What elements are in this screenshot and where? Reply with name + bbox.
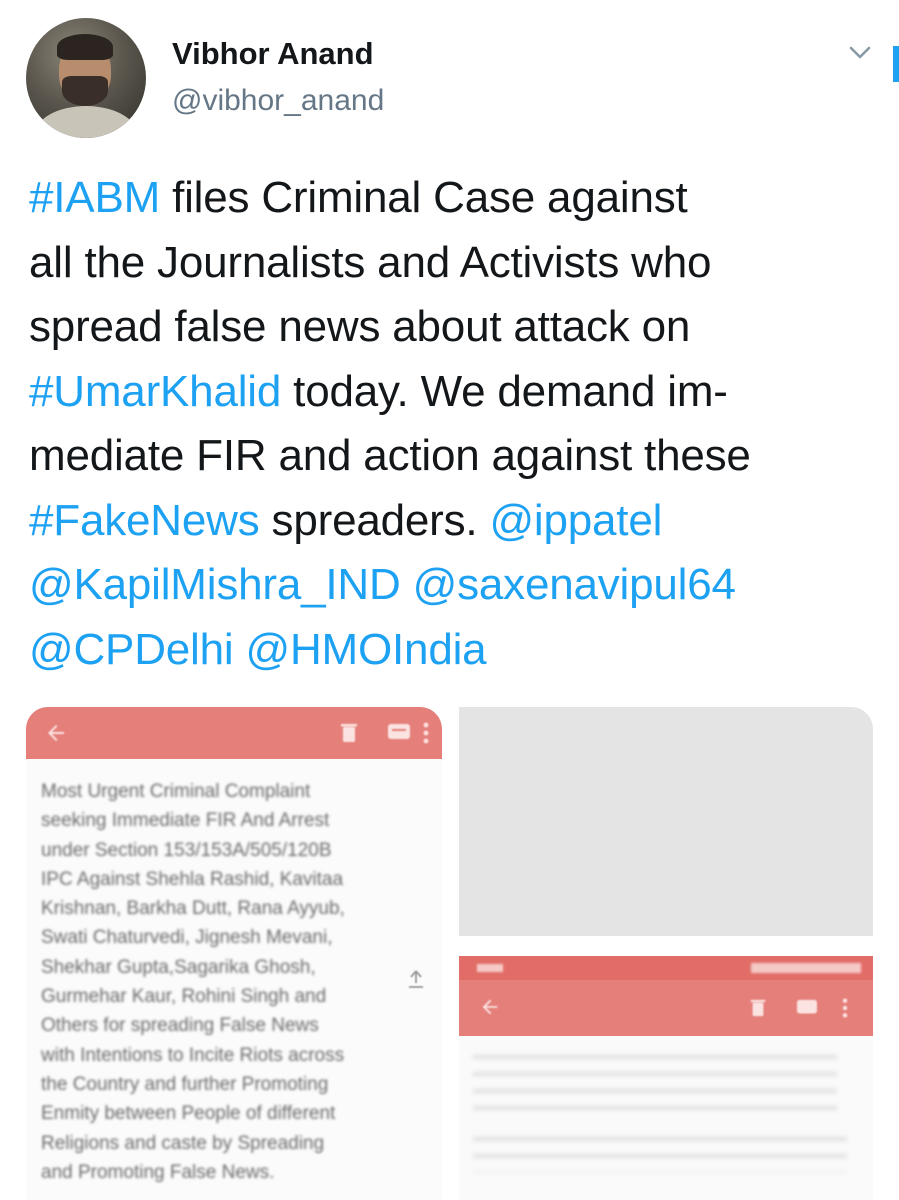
media-image-2[interactable]	[459, 707, 873, 936]
document-line: seeking Immediate FIR And Arrest	[41, 810, 330, 832]
document-line: Enmity between People of different	[41, 1103, 336, 1125]
media-image-1[interactable]: Most Urgent Criminal Complaint seeking Im…	[26, 707, 442, 1200]
tweet-text-segment: spreaders.	[259, 495, 490, 545]
document-line: Krishnan, Barkha Dutt, Rana Ayyub,	[41, 898, 345, 920]
document-text-2	[459, 1036, 873, 1172]
mention-link[interactable]: @CPDelhi	[29, 625, 234, 674]
delete-icon	[341, 724, 357, 742]
media-image-3[interactable]	[459, 956, 873, 1200]
back-arrow-icon	[482, 999, 498, 1015]
author-display-name[interactable]: Vibhor Anand	[172, 36, 374, 72]
tweet-line: all the Journalists and Activists who	[29, 231, 889, 296]
status-bar	[459, 956, 873, 980]
tweet-text-segment: spread false news about attack on	[29, 302, 691, 351]
document-line: and Promoting False News.	[41, 1161, 275, 1183]
tweet-line: @KapilMishra_IND @saxenavipul64	[29, 553, 889, 618]
mention-link[interactable]: @ippatel	[489, 496, 662, 545]
avatar[interactable]	[26, 18, 146, 138]
tweet-line: mediate FIR and action against these	[29, 424, 889, 489]
more-vert-icon	[842, 998, 848, 1018]
document-line: the Country and further Promoting	[41, 1073, 329, 1095]
message-icon	[797, 999, 817, 1014]
mention-link[interactable]: @HMOIndia	[246, 625, 487, 674]
tweet-text-segment: files Criminal Case against	[160, 173, 688, 222]
document-line: Swati Chaturvedi, Jignesh Mevani,	[41, 927, 333, 949]
more-vert-icon	[423, 722, 429, 744]
tweet-line: spread false news about attack on	[29, 295, 889, 360]
hashtag-link[interactable]: #UmarKhalid	[29, 367, 281, 416]
tweet-line: #IABM files Criminal Case against	[29, 166, 889, 231]
back-arrow-icon	[48, 725, 64, 741]
document-text: Most Urgent Criminal Complaint seeking Im…	[26, 759, 442, 1187]
app-bar	[26, 707, 442, 759]
document-line: under Section 153/153A/505/120B	[41, 839, 332, 861]
tweet-text-segment	[233, 625, 245, 674]
chevron-down-icon[interactable]	[847, 40, 873, 66]
tweet-line: @CPDelhi @HMOIndia	[29, 618, 889, 683]
document-line: Shekhar Gupta,Sagarika Ghosh,	[41, 956, 316, 978]
tweet-text-segment: mediate FIR and action against these	[29, 431, 751, 480]
mention-link[interactable]: @KapilMishra_IND	[29, 560, 401, 609]
tweet-text-segment: all the Journalists and Activists who	[29, 237, 712, 287]
tweet-text-segment: today. We demand im-	[281, 366, 728, 416]
tweet-text: #IABM files Criminal Case against all the…	[29, 166, 889, 682]
scroll-indicator	[893, 46, 899, 82]
share-icon	[409, 970, 423, 988]
tweet-text-segment	[401, 560, 413, 609]
app-bar	[459, 980, 873, 1036]
document-line: Others for spreading False News	[41, 1015, 319, 1037]
tweet-line: #UmarKhalid today. We demand im-	[29, 360, 889, 425]
tweet-line: #FakeNews spreaders. @ippatel	[29, 489, 889, 554]
author-handle[interactable]: @vibhor_anand	[172, 84, 384, 118]
document-line: IPC Against Shehla Rashid, Kavitaa	[41, 868, 344, 890]
delete-icon	[750, 999, 766, 1017]
message-icon	[388, 724, 410, 739]
hashtag-link[interactable]: #FakeNews	[29, 496, 260, 545]
document-line: with Intentions to Incite Riots across	[41, 1044, 345, 1066]
document-line: Gurmehar Kaur, Rohini Singh and	[41, 986, 327, 1008]
mention-link[interactable]: @saxenavipul64	[413, 560, 736, 609]
hashtag-link[interactable]: #IABM	[29, 173, 160, 222]
document-line: Religions and caste by Spreading	[41, 1132, 325, 1154]
document-line: Most Urgent Criminal Complaint	[41, 781, 311, 802]
